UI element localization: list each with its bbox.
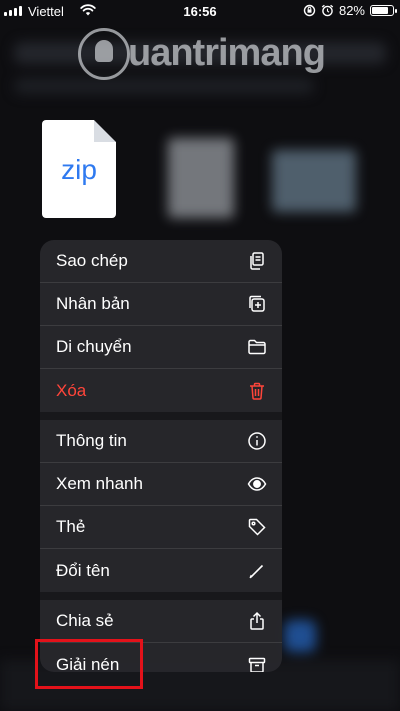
highlight-box (35, 639, 143, 689)
tag-icon (246, 516, 268, 538)
menu-item-label: Xem nhanh (56, 474, 143, 493)
status-bar: Viettel 16:56 82% (0, 0, 400, 22)
pencil-icon (246, 560, 268, 582)
folder-icon (246, 336, 268, 358)
menu-item-label: Xóa (56, 380, 87, 400)
menu-item-tags[interactable]: Thẻ (40, 506, 282, 549)
menu-item-rename[interactable]: Đổi tên (40, 549, 282, 592)
eye-icon (246, 473, 268, 495)
file-thumbnail (168, 138, 234, 218)
battery-percentage: 82% (338, 3, 365, 18)
menu-item-quick-look[interactable]: Xem nhanh (40, 463, 282, 506)
menu-item-label: Di chuyển (56, 337, 132, 356)
menu-item-label: Nhân bản (56, 294, 130, 313)
menu-item-duplicate[interactable]: Nhân bản (40, 283, 282, 326)
file-thumbnail (272, 150, 356, 212)
menu-item-move[interactable]: Di chuyển (40, 326, 282, 369)
watermark-logo: uantrimang (78, 26, 378, 86)
context-menu: Sao chép Nhân bản Di chuyển Xóa Thông ti… (40, 240, 282, 672)
menu-item-delete[interactable]: Xóa (40, 369, 282, 412)
duplicate-icon (246, 293, 268, 315)
file-type-label: zip (61, 154, 97, 185)
menu-item-info[interactable]: Thông tin (40, 420, 282, 463)
menu-separator (40, 412, 282, 420)
zip-file-icon[interactable]: zip (42, 120, 116, 218)
menu-item-copy[interactable]: Sao chép (40, 240, 282, 283)
info-icon (246, 430, 268, 452)
orientation-lock-icon (303, 4, 316, 17)
menu-item-label: Đổi tên (56, 560, 110, 580)
battery-icon (370, 5, 397, 16)
menu-item-label: Thông tin (56, 431, 127, 450)
menu-item-label: Sao chép (56, 251, 128, 270)
trash-icon (246, 380, 268, 402)
menu-item-label: Chia sẻ (56, 611, 114, 630)
copy-icon (246, 250, 268, 272)
watermark-text: uantrimang (128, 32, 326, 74)
menu-item-label: Thẻ (56, 517, 86, 536)
archive-icon (246, 654, 268, 672)
menu-separator (40, 592, 282, 600)
screen: Viettel 16:56 82% uantrimang zip Sao ché… (0, 0, 400, 711)
share-icon (246, 610, 268, 632)
lightbulb-icon (78, 28, 130, 80)
alarm-icon (321, 4, 334, 17)
menu-item-share[interactable]: Chia sẻ (40, 600, 282, 643)
